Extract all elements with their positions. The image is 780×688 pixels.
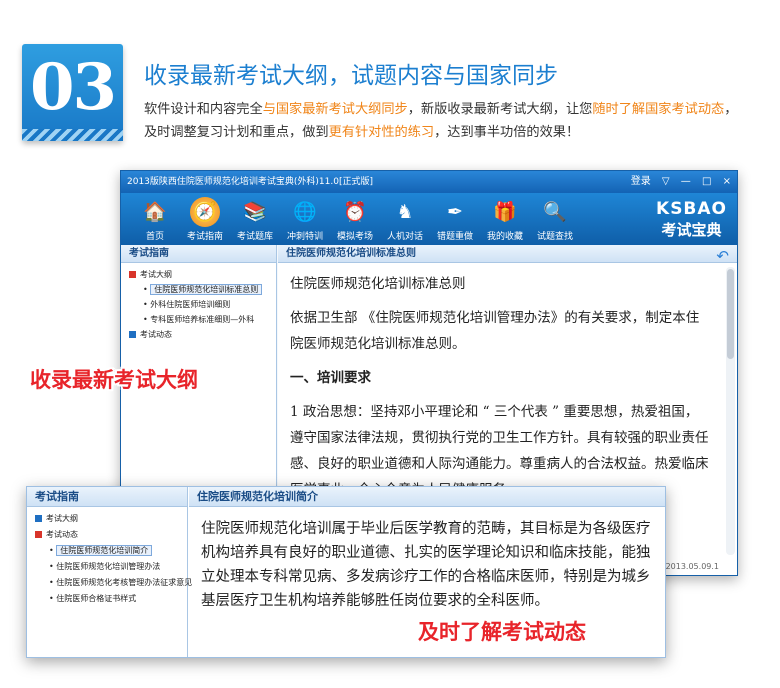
- description-highlight: 与国家最新考试大纲同步: [262, 102, 408, 117]
- tree-label: 住院医师规范化培训标准总则: [150, 284, 263, 295]
- toolbar-button-7[interactable]: 🎁 我的收藏: [483, 197, 527, 242]
- tree-item[interactable]: • 住院医师规范化培训简介: [35, 543, 187, 559]
- vertical-scrollbar[interactable]: [726, 267, 735, 555]
- guide-tree: 考试大纲 • 住院医师规范化培训标准总则 • 外科住院医师培训细则 • 专科医师培养标…: [121, 263, 276, 342]
- toolbar-label: 我的收藏: [486, 232, 523, 242]
- brand-name-en: KSBAO: [656, 199, 727, 219]
- window-controls: 登录 ▽ — □ ×: [623, 171, 731, 193]
- description-text: ，新版收录最新考试大纲，让您: [407, 102, 593, 117]
- tree-label: 外科住院医师培训细则: [150, 300, 231, 309]
- overlay-body: 住院医师规范化培训属于毕业后医学教育的范畴，其目标是为各级医疗机构培养具有良好的…: [201, 521, 651, 609]
- headline: 收录最新考试大纲，试题内容与国家同步: [144, 63, 558, 89]
- tree-item[interactable]: • 住院医师合格证书样式: [35, 591, 187, 607]
- toolbar-label: 模拟考场: [336, 232, 373, 242]
- collapse-icon[interactable]: [35, 531, 42, 538]
- tree-label: 考试大纲: [46, 514, 78, 523]
- badge-stripe: [22, 129, 123, 141]
- toolbar-button-2[interactable]: 📚 考试题库: [233, 197, 277, 242]
- pen-icon: ✒: [447, 201, 463, 223]
- toolbar-label: 首页: [145, 232, 164, 242]
- tree-label: 住院医师规范化培训简介: [56, 545, 153, 556]
- tree-label: 考试动态: [46, 530, 78, 539]
- menu-dropdown-icon[interactable]: ▽: [662, 176, 670, 187]
- section-number-badge: 03: [22, 44, 123, 141]
- tree-group[interactable]: 考试动态: [129, 327, 276, 342]
- toolbar-label: 试题查找: [536, 232, 573, 242]
- version-status: 2013.05.09.1: [665, 562, 719, 571]
- doc-heading: 一、培训要求: [290, 370, 371, 386]
- home-icon: 🏠: [143, 201, 167, 223]
- tree-item[interactable]: • 住院医师规范化培训标准总则: [129, 282, 276, 297]
- globe-icon: 🌐: [293, 201, 317, 223]
- description: 软件设计和内容完全与国家最新考试大纲同步，新版收录最新考试大纲，让您随时了解国家…: [144, 98, 744, 144]
- toolbar-button-8[interactable]: 🔍 试题查找: [533, 197, 577, 242]
- search-icon: 🔍: [543, 201, 567, 223]
- toolbar-label: 冲刺特训: [286, 232, 323, 242]
- overlay-pane-title: 考试指南: [27, 487, 187, 507]
- compass-icon: 🧭: [190, 197, 220, 227]
- guide-pane-title: 考试指南: [121, 245, 276, 263]
- toolbar: KSBAO 考试宝典 🏠 首页 🧭 考试指南 📚 考试题库 🌐 冲刺特训 ⏰ 模拟考场 ♞ 人机对话 ✒…: [121, 193, 737, 245]
- toolbar-button-6[interactable]: ✒ 错题重做: [433, 197, 477, 242]
- tree-label: 住院医师规范化培训管理办法: [56, 562, 161, 571]
- back-arrow-icon[interactable]: ↶: [716, 247, 729, 265]
- tree-label: 住院医师合格证书样式: [56, 594, 137, 603]
- maximize-button[interactable]: □: [702, 176, 711, 187]
- doc-paragraph: 住院医师规范化培训标准总则: [290, 276, 466, 292]
- minimize-button[interactable]: —: [681, 176, 691, 187]
- tree-group[interactable]: 考试动态: [35, 527, 187, 543]
- brand-name-cn: 考试宝典: [661, 221, 722, 239]
- content-title: 住院医师规范化培训标准总则: [278, 245, 737, 263]
- clock-icon: ⏰: [343, 201, 367, 223]
- window-title: 2013版陕西住院医师规范化培训考试宝典(外科)11.0[正式版]: [127, 177, 373, 187]
- expand-icon[interactable]: [129, 331, 136, 338]
- collapse-icon[interactable]: [129, 271, 136, 278]
- toolbar-label: 考试指南: [186, 232, 223, 242]
- callout-outline: 收录最新考试大纲: [30, 368, 198, 392]
- toolbar-button-5[interactable]: ♞ 人机对话: [383, 197, 427, 242]
- toolbar-button-3[interactable]: 🌐 冲刺特训: [283, 197, 327, 242]
- brand-logo: KSBAO 考试宝典: [656, 199, 727, 240]
- gift-icon: 🎁: [493, 201, 517, 223]
- description-text: ，达到事半功倍的效果！: [434, 125, 580, 140]
- tree-label: 住院医师规范化考核管理办法征求意见: [56, 578, 193, 587]
- overlay-tree: 考试大纲 考试动态 • 住院医师规范化培训简介 • 住院医师规范化培训管理办法 • 住院…: [27, 507, 192, 607]
- expand-icon[interactable]: [35, 515, 42, 522]
- tree-label: 专科医师培养标准细则—外科: [150, 315, 255, 324]
- toolbar-button-0[interactable]: 🏠 首页: [133, 197, 177, 242]
- chess-icon: ♞: [396, 201, 414, 223]
- toolbar-button-4[interactable]: ⏰ 模拟考场: [333, 197, 377, 242]
- tree-item[interactable]: • 住院医师规范化培训管理办法: [35, 559, 187, 575]
- books-icon: 📚: [243, 201, 267, 223]
- toolbar-label: 考试题库: [236, 232, 273, 242]
- tree-label: 考试动态: [140, 330, 172, 339]
- overlay-tree-pane: 考试指南 考试大纲考试动态 • 住院医师规范化培训简介 • 住院医师规范化培训管理办…: [27, 487, 192, 657]
- tree-group[interactable]: 考试大纲: [129, 267, 276, 282]
- scrollbar-thumb[interactable]: [727, 269, 734, 359]
- tree-label: 考试大纲: [140, 270, 172, 279]
- toolbar-button-1[interactable]: 🧭 考试指南: [183, 197, 227, 242]
- close-button[interactable]: ×: [723, 176, 731, 187]
- description-highlight: 更有针对性的练习: [328, 125, 435, 140]
- callout-news: 及时了解考试动态: [418, 620, 586, 644]
- login-button[interactable]: 登录: [631, 176, 651, 187]
- doc-paragraph: 依据卫生部 《住院医师规范化培训管理办法》的有关要求，制定本住院医师规范化培训标…: [290, 310, 700, 352]
- description-text: 软件设计和内容完全: [144, 102, 263, 117]
- section-number: 03: [29, 50, 117, 125]
- title-bar: 2013版陕西住院医师规范化培训考试宝典(外科)11.0[正式版] 登录 ▽ —…: [121, 171, 737, 193]
- tree-item[interactable]: • 外科住院医师培训细则: [129, 297, 276, 312]
- tree-group[interactable]: 考试大纲: [35, 511, 187, 527]
- toolbar-label: 错题重做: [436, 232, 473, 242]
- tree-item[interactable]: • 专科医师培养标准细则—外科: [129, 312, 276, 327]
- toolbar-label: 人机对话: [386, 232, 423, 242]
- tree-item[interactable]: • 住院医师规范化考核管理办法征求意见: [35, 575, 192, 591]
- description-highlight: 随时了解国家考试动态: [592, 102, 725, 117]
- overlay-content-title: 住院医师规范化培训简介: [189, 487, 665, 507]
